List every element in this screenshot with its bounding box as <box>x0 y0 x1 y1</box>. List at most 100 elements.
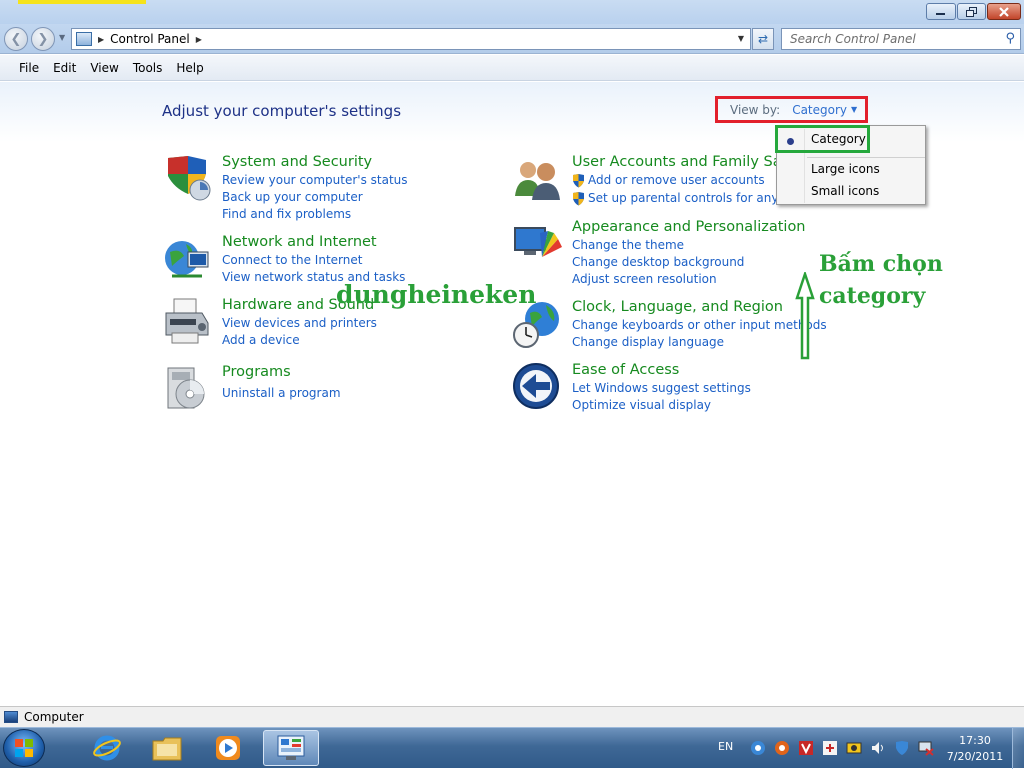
address-bar[interactable]: ▶ Control Panel ▶ ▼ <box>71 28 751 50</box>
category-link[interactable]: Connect to the Internet <box>222 253 362 267</box>
category-title[interactable]: Network and Internet <box>222 234 377 250</box>
category-user-accounts: User Accounts and Family Safety Add or r… <box>512 154 777 214</box>
category-title[interactable]: System and Security <box>222 154 372 170</box>
category-link[interactable]: Change display language <box>572 335 724 349</box>
category-link[interactable]: Review your computer's status <box>222 173 408 187</box>
category-link[interactable]: Add or remove user accounts <box>588 173 765 187</box>
back-arrow-icon: ❮ <box>10 31 22 47</box>
network-globe-icon[interactable] <box>162 234 212 284</box>
category-title[interactable]: User Accounts and Family Safety <box>572 154 777 170</box>
search-box[interactable]: ⚲ <box>781 28 1021 50</box>
clock-date: 7/20/2011 <box>946 750 1004 763</box>
taskbar-media-player[interactable] <box>205 730 251 766</box>
option-small-icons[interactable]: Small icons <box>811 184 879 198</box>
action-center-tray-icon[interactable] <box>894 740 910 756</box>
minimize-button[interactable] <box>926 3 956 20</box>
taskbar-windows-explorer[interactable] <box>144 730 190 766</box>
menu-bar: File Edit View Tools Help <box>0 55 1024 81</box>
category-programs: Programs Uninstall a program <box>162 364 482 416</box>
category-link[interactable]: Adjust screen resolution <box>572 272 717 286</box>
maximize-button[interactable] <box>957 3 986 20</box>
category-link[interactable]: Change keyboards or other input methods <box>572 318 827 332</box>
recent-pages-dropdown[interactable]: ▼ <box>59 33 65 42</box>
view-by-control[interactable]: View by: Category ▼ <box>715 96 868 123</box>
programs-disc-icon[interactable] <box>162 364 212 414</box>
menu-file[interactable]: File <box>19 61 39 75</box>
category-title[interactable]: Programs <box>222 364 291 380</box>
chevron-down-icon: ▼ <box>59 33 66 42</box>
windows-logo-icon <box>15 739 33 757</box>
windows-explorer-icon <box>152 737 182 761</box>
view-by-value[interactable]: Category <box>792 103 847 117</box>
shield-icon[interactable] <box>162 154 212 204</box>
ease-of-access-icon[interactable] <box>512 362 562 412</box>
control-panel-content: Adjust your computer's settings View by:… <box>0 82 1024 706</box>
category-ease-of-access: Ease of Access Let Windows suggest setti… <box>512 362 812 417</box>
computer-icon <box>4 711 18 723</box>
category-network-internet: Network and Internet Connect to the Inte… <box>162 234 482 286</box>
instruction-line-2: category <box>819 283 926 309</box>
search-icon[interactable]: ⚲ <box>1005 31 1015 46</box>
back-button[interactable]: ❮ <box>4 27 28 51</box>
category-link[interactable]: Uninstall a program <box>222 386 341 400</box>
system-clock[interactable]: 17:30 7/20/2011 <box>944 733 1006 765</box>
category-appearance: Appearance and Personalization Change th… <box>512 219 812 289</box>
refresh-button[interactable]: ⇄ <box>752 28 774 50</box>
forward-button[interactable]: ❯ <box>31 27 55 51</box>
camera-tray-icon[interactable] <box>846 740 862 756</box>
taskbar-internet-explorer[interactable] <box>84 730 130 766</box>
instruction-annotation: Bấm chọn category <box>819 248 943 312</box>
uac-shield-icon <box>573 192 584 206</box>
category-link[interactable]: Back up your computer <box>222 190 363 204</box>
watermark-text: dungheineken <box>336 280 537 309</box>
category-link[interactable]: Change the theme <box>572 238 684 252</box>
category-link[interactable]: Set up parental controls for any user <box>588 191 776 205</box>
category-title[interactable]: Appearance and Personalization <box>572 219 806 235</box>
menu-help[interactable]: Help <box>176 61 203 75</box>
volume-tray-icon[interactable] <box>870 740 886 756</box>
printer-icon[interactable] <box>162 297 212 347</box>
menu-view[interactable]: View <box>90 61 118 75</box>
menu-divider <box>807 157 925 158</box>
internet-explorer-icon <box>93 735 121 761</box>
category-title[interactable]: Ease of Access <box>572 362 679 378</box>
view-by-label: View by: <box>730 102 781 117</box>
control-panel-icon <box>277 735 305 760</box>
category-link[interactable]: Optimize visual display <box>572 398 711 412</box>
search-input[interactable] <box>782 29 992 49</box>
title-accent <box>18 0 146 4</box>
close-button[interactable] <box>987 3 1021 20</box>
menu-tools[interactable]: Tools <box>133 61 163 75</box>
status-text: Computer <box>24 710 84 724</box>
category-link[interactable]: Add a device <box>222 333 300 347</box>
monitor-palette-icon[interactable] <box>512 219 562 269</box>
category-link[interactable]: View devices and printers <box>222 316 377 330</box>
category-link[interactable]: Change desktop background <box>572 255 744 269</box>
close-icon <box>999 6 1009 17</box>
network-tray-icon[interactable] <box>750 740 766 756</box>
address-dropdown-icon[interactable]: ▼ <box>738 34 744 43</box>
control-panel-icon <box>76 32 92 46</box>
start-button[interactable] <box>3 729 45 767</box>
orange-app-tray-icon[interactable] <box>774 740 790 756</box>
taskbar-control-panel[interactable] <box>263 730 319 766</box>
option-large-icons[interactable]: Large icons <box>811 162 880 176</box>
status-bar: Computer <box>0 706 1024 727</box>
breadcrumb-separator-icon[interactable]: ▶ <box>196 35 202 44</box>
forward-arrow-icon: ❯ <box>37 31 49 47</box>
antivirus-tray-icon[interactable] <box>798 740 814 756</box>
network-status-tray-icon[interactable] <box>918 740 934 756</box>
category-title[interactable]: Clock, Language, and Region <box>572 299 783 315</box>
menu-edit[interactable]: Edit <box>53 61 76 75</box>
show-desktop-button[interactable] <box>1012 728 1024 769</box>
category-link[interactable]: Find and fix problems <box>222 207 351 221</box>
chevron-down-icon[interactable]: ▼ <box>851 105 857 114</box>
breadcrumb-separator-icon[interactable]: ▶ <box>98 35 104 44</box>
input-language-indicator[interactable]: EN <box>718 740 733 753</box>
breadcrumb-control-panel[interactable]: Control Panel <box>110 32 190 46</box>
users-icon[interactable] <box>512 154 562 204</box>
minimize-icon <box>936 12 945 15</box>
up-arrow-annotation <box>795 272 815 360</box>
app-tray-icon[interactable] <box>822 740 838 756</box>
category-link[interactable]: Let Windows suggest settings <box>572 381 751 395</box>
